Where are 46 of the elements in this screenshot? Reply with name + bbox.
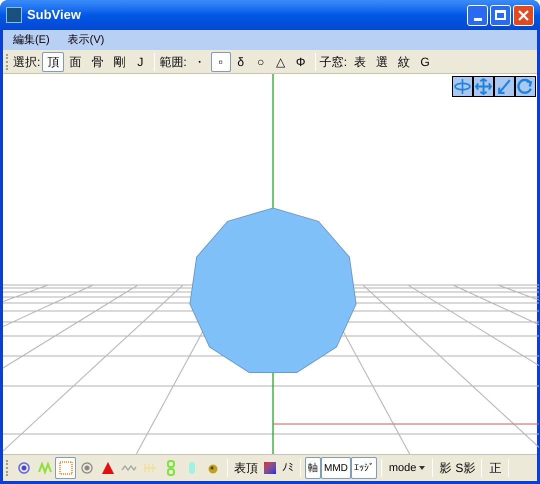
minimize-button[interactable] (467, 4, 488, 26)
toolbar-button[interactable]: 選 (371, 52, 394, 72)
toolbar-button[interactable]: G (415, 52, 436, 72)
toolbar-label: 範囲: (159, 54, 187, 70)
rotate-icon[interactable] (515, 76, 536, 97)
toolbar-button[interactable]: 剛 (108, 52, 130, 72)
close-icon (518, 10, 529, 20)
shadow-button[interactable]: 影 (437, 457, 454, 479)
menu-item[interactable]: 編集(E) (13, 32, 50, 48)
move-arrows-icon[interactable] (473, 76, 494, 97)
shadow-button[interactable]: S影 (453, 457, 478, 479)
toolbar-label: 子窓: (320, 54, 348, 70)
window-title: SubView (27, 6, 82, 24)
toolbar-button[interactable]: 面 (64, 52, 86, 72)
toolbar-button[interactable] (55, 457, 76, 479)
toolbar-button[interactable]: 頂 (42, 52, 64, 72)
menu-item[interactable]: 表示(V) (68, 32, 104, 48)
zigzag-icon (36, 460, 52, 476)
radio-dot-icon (16, 460, 32, 476)
toolbar-button[interactable]: J (130, 52, 150, 72)
app-icon (6, 7, 22, 23)
toolbar-button[interactable]: 表 (349, 52, 372, 72)
toggle-button[interactable]: 軸 (305, 457, 321, 479)
triangle-icon (100, 460, 116, 476)
color-gradient-icon[interactable] (264, 462, 276, 474)
toggle-button[interactable]: MMD (321, 457, 351, 479)
toggle-button[interactable]: ｴｯｼﾞ (350, 457, 377, 479)
maximize-button[interactable] (490, 4, 511, 26)
close-button[interactable] (513, 4, 534, 26)
toolbar-button[interactable]: ○ (250, 52, 271, 72)
target-icon (78, 460, 94, 476)
toolbar-button[interactable]: 紋 (393, 52, 416, 72)
toolbar-button[interactable]: Φ (290, 52, 311, 72)
toolbar-button[interactable]: δ (230, 52, 251, 72)
display-label: 表頂 (234, 460, 258, 477)
rotate-axes-icon[interactable] (452, 76, 473, 97)
dotted-grid-icon (58, 460, 74, 476)
toolbar-label: 選択: (13, 54, 40, 70)
front-view-button[interactable]: 正 (486, 457, 504, 479)
toolbar-button[interactable]: ・ (188, 52, 211, 72)
toolbar-button[interactable]: 骨 (86, 52, 108, 72)
toolbar-button[interactable]: ▫ (210, 52, 231, 72)
noise-label[interactable]: ﾉﾐ (282, 460, 294, 476)
dropdown-caret-icon (419, 466, 426, 470)
mode-dropdown[interactable]: mode (386, 457, 428, 479)
toolbar-button[interactable]: △ (270, 52, 291, 72)
